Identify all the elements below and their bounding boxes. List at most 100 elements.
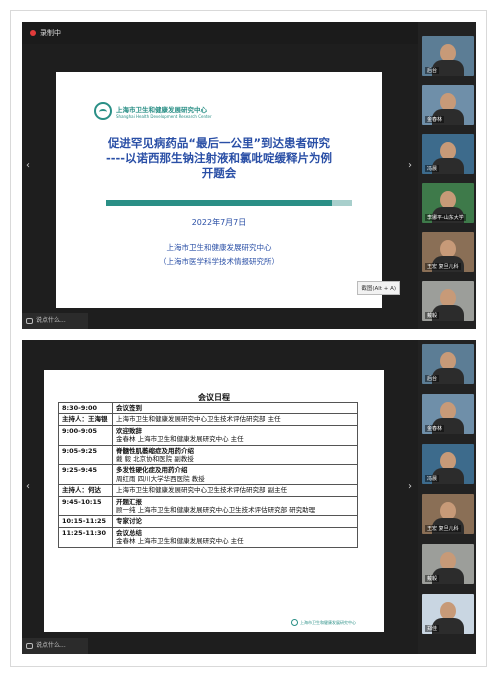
agenda-row: 8:30-9:00 会议签到 bbox=[58, 401, 358, 415]
screenshot-button[interactable]: 截图(Alt + A) bbox=[357, 281, 400, 295]
chat-input-placeholder: 说点什么... bbox=[36, 642, 66, 649]
agenda-content: 开题汇报 顾一纯 上海市卫生和健康发展研究中心卫生技术评估研究部 研究助理 bbox=[112, 495, 358, 517]
agenda-item: 上海市卫生和健康发展研究中心卫生技术评估研究部 副主任 bbox=[116, 486, 288, 495]
agenda-content: 会议签到 bbox=[112, 401, 358, 415]
agenda-row: 9:45-10:15 开题汇报 顾一纯 上海市卫生和健康发展研究中心卫生技术评估研究… bbox=[58, 495, 358, 517]
agenda-row: 10:15-11:25 专家讨论 bbox=[58, 515, 358, 528]
agenda-row: 9:05-9:25 脊髓性肌萎缩症及用药介绍戴 毅 北京协和医院 副教授 bbox=[58, 444, 358, 466]
agenda-content: 脊髓性肌萎缩症及用药介绍戴 毅 北京协和医院 副教授 bbox=[112, 444, 358, 466]
participant-tile[interactable]: 李娜平-山东大学 bbox=[422, 183, 474, 223]
participant-tile[interactable]: 郑佳 bbox=[422, 594, 474, 634]
participant-tile[interactable]: 戴毅 bbox=[422, 281, 474, 321]
participant-tile[interactable]: 冯晨 bbox=[422, 444, 474, 484]
chat-input[interactable]: 说点什么... bbox=[22, 638, 88, 654]
agenda-speaker: 顾一纯 上海市卫生和健康发展研究中心卫生技术评估研究部 研究助理 bbox=[116, 506, 316, 515]
agenda-item: 多发性硬化症及用药介绍 bbox=[116, 466, 188, 475]
slide-title-line2: ----以诺西那生钠注射液和氯吡啶缓释片为例 bbox=[105, 151, 333, 165]
agenda-speaker: 戴 毅 北京协和医院 副教授 bbox=[116, 455, 194, 464]
org-logo: 上海市卫生和健康发展研究中心 Shanghai Health Developme… bbox=[94, 102, 212, 120]
agenda-speaker: 金春林 上海市卫生和健康发展研究中心 主任 bbox=[116, 537, 244, 546]
participant-name: 金春林 bbox=[425, 425, 445, 432]
slide-title-line3: 开题会 bbox=[201, 166, 237, 180]
participant-name: 戴毅 bbox=[425, 575, 440, 582]
prev-icon[interactable]: ‹ bbox=[26, 160, 30, 171]
participant-tile[interactable]: 戴毅 bbox=[422, 544, 474, 584]
agenda-item: 脊髓性肌萎缩症及用药介绍 bbox=[116, 446, 194, 455]
participant-name: 王宏 复旦儿科 bbox=[425, 263, 461, 270]
slide-org-alt: （上海市医学科学技术情报研究所） bbox=[159, 257, 279, 266]
participant-name: 冯晨 bbox=[425, 165, 440, 172]
agenda-row: 主持人：何达 上海市卫生和健康发展研究中心卫生技术评估研究部 副主任 bbox=[58, 484, 358, 497]
slide-footer-org: 上海市卫生和健康发展研究中心 bbox=[300, 619, 356, 625]
org-logo-cn: 上海市卫生和健康发展研究中心 bbox=[116, 105, 207, 114]
agenda-item: 会议签到 bbox=[116, 404, 142, 412]
agenda-time: 11:25-11:30 bbox=[58, 526, 113, 548]
slide-title: 促进罕见病药品“最后一公里”到达患者研究 ----以诺西那生钠注射液和氯吡啶缓释… bbox=[66, 136, 372, 181]
agenda-item: 上海市卫生和健康发展研究中心卫生技术评估研究部 主任 bbox=[116, 415, 281, 424]
participant-tile[interactable]: 金春林 bbox=[422, 394, 474, 434]
shared-slide-title: 上海市卫生和健康发展研究中心 Shanghai Health Developme… bbox=[56, 72, 382, 308]
agenda-item: 专家讨论 bbox=[116, 517, 142, 526]
slide-date: 2022年7月7日 bbox=[191, 218, 247, 227]
org-logo-icon bbox=[291, 619, 298, 626]
agenda-content: 欢迎致辞 金春林 上海市卫生和健康发展研究中心 主任 bbox=[112, 424, 358, 446]
slide-title-line1: 促进罕见病药品“最后一公里”到达患者研究 bbox=[107, 136, 331, 150]
chat-input[interactable]: 说点什么... bbox=[22, 313, 88, 329]
participant-name: 王宏 复旦儿科 bbox=[425, 525, 461, 532]
participant-sidebar: 后台 金春林 冯晨 王宏 复旦儿科 戴毅 郑佳 bbox=[418, 340, 476, 654]
participant-name: 郑佳 bbox=[425, 625, 440, 632]
agenda-item: 开题汇报 bbox=[116, 497, 142, 506]
agenda-content: 会议总结 金春林 上海市卫生和健康发展研究中心 主任 bbox=[112, 526, 358, 548]
recording-icon bbox=[30, 30, 36, 36]
org-logo-icon bbox=[94, 102, 112, 120]
participant-tile[interactable]: 后台 bbox=[422, 344, 474, 384]
participant-tile[interactable]: 王宏 复旦儿科 bbox=[422, 232, 474, 272]
agenda-time: 9:00-9:05 bbox=[58, 424, 113, 446]
org-logo-en: Shanghai Health Development Research Cen… bbox=[116, 113, 212, 119]
agenda-time: 9:05-9:25 bbox=[58, 444, 113, 466]
agenda-time: 主持人：何达 bbox=[58, 484, 113, 497]
slide-footer-logo: 上海市卫生和健康发展研究中心 bbox=[291, 619, 356, 626]
prev-icon[interactable]: ‹ bbox=[26, 481, 30, 492]
agenda-content: 上海市卫生和健康发展研究中心卫生技术评估研究部 主任 bbox=[112, 413, 358, 426]
chat-bubble-icon bbox=[26, 643, 33, 649]
participant-tile[interactable]: 金春林 bbox=[422, 85, 474, 125]
participant-sidebar: 后台 金春林 冯晨 李娜平-山东大学 王宏 复旦儿科 戴毅 bbox=[418, 22, 476, 329]
agenda-content: 上海市卫生和健康发展研究中心卫生技术评估研究部 副主任 bbox=[112, 484, 358, 497]
agenda-time: 10:15-11:25 bbox=[58, 515, 113, 528]
agenda-table: 8:30-9:00 会议签到 主持人：王海银 上海市卫生和健康发展研究中心卫生技术评估… bbox=[58, 401, 358, 548]
agenda-row: 9:25-9:45 多发性硬化症及用药介绍 周红雨 四川大学华西医院 教授 bbox=[58, 464, 358, 486]
agenda-row: 9:00-9:05 欢迎致辞 金春林 上海市卫生和健康发展研究中心 主任 bbox=[58, 424, 358, 446]
recording-label: 录制中 bbox=[40, 29, 61, 37]
agenda-speaker: 周红雨 四川大学华西医院 教授 bbox=[116, 474, 205, 483]
participant-name: 冯晨 bbox=[425, 475, 440, 482]
agenda-time: 8:30-9:00 bbox=[58, 401, 113, 415]
top-bar: 录制中 bbox=[22, 22, 476, 44]
participant-name: 后台 bbox=[425, 67, 440, 74]
agenda-speaker: 金春林 上海市卫生和健康发展研究中心 主任 bbox=[116, 435, 244, 444]
meeting-screenshot-top: 录制中 上海市卫生和健康发展研究中心 Shanghai Health Devel… bbox=[22, 22, 476, 329]
agenda-item: 欢迎致辞 bbox=[116, 426, 142, 435]
agenda-time: 主持人：王海银 bbox=[58, 413, 113, 426]
agenda-row: 11:25-11:30 会议总结 金春林 上海市卫生和健康发展研究中心 主任 bbox=[58, 526, 358, 548]
shared-slide-agenda: 会议日程 8:30-9:00 会议签到 主持人：王海银 上海市卫生和健康发展研究中心卫… bbox=[44, 370, 384, 632]
next-icon[interactable]: › bbox=[408, 160, 412, 171]
chat-input-placeholder: 说点什么... bbox=[36, 317, 66, 324]
participant-name: 后台 bbox=[425, 375, 440, 382]
title-divider bbox=[106, 200, 352, 206]
slide-org: 上海市卫生和健康发展研究中心 bbox=[166, 243, 272, 252]
agenda-time: 9:45-10:15 bbox=[58, 495, 113, 517]
participant-tile[interactable]: 冯晨 bbox=[422, 134, 474, 174]
agenda-row: 主持人：王海银 上海市卫生和健康发展研究中心卫生技术评估研究部 主任 bbox=[58, 413, 358, 426]
participant-tile[interactable]: 后台 bbox=[422, 36, 474, 76]
participant-tile[interactable]: 王宏 复旦儿科 bbox=[422, 494, 474, 534]
participant-name: 金春林 bbox=[425, 116, 445, 123]
chat-bubble-icon bbox=[26, 318, 33, 324]
next-icon[interactable]: › bbox=[408, 481, 412, 492]
agenda-time: 9:25-9:45 bbox=[58, 464, 113, 486]
meeting-screenshot-bottom: 会议日程 8:30-9:00 会议签到 主持人：王海银 上海市卫生和健康发展研究中心卫… bbox=[22, 340, 476, 654]
participant-name: 戴毅 bbox=[425, 312, 440, 319]
participant-name: 李娜平-山东大学 bbox=[425, 214, 466, 221]
agenda-content: 专家讨论 bbox=[112, 515, 358, 528]
agenda-content: 多发性硬化症及用药介绍 周红雨 四川大学华西医院 教授 bbox=[112, 464, 358, 486]
